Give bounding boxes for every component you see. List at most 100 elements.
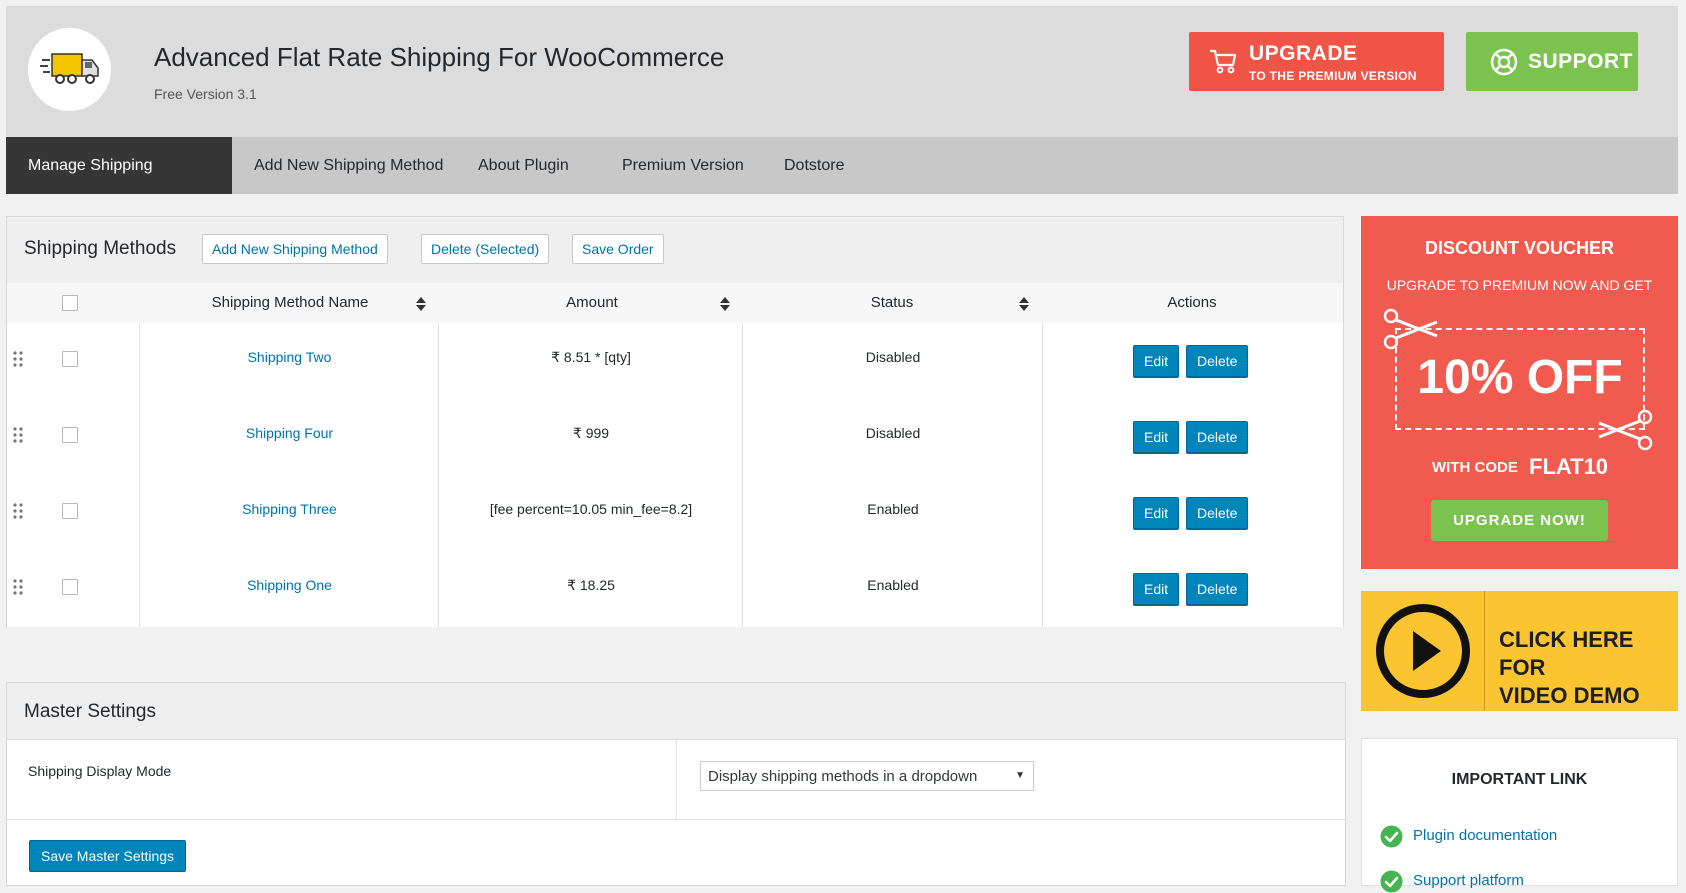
voucher-code-label: WITH CODE xyxy=(1432,459,1518,476)
method-name-link[interactable]: Shipping One xyxy=(247,577,332,593)
cell-status: Disabled xyxy=(742,323,1043,399)
delete-button[interactable]: Delete xyxy=(1186,497,1249,529)
check-circle-icon xyxy=(1380,825,1403,848)
method-status: Enabled xyxy=(867,577,919,593)
cell-name: Shipping Three xyxy=(139,475,439,551)
scissors-icon xyxy=(1383,308,1438,350)
delete-selected-button[interactable]: Delete (Selected) xyxy=(421,234,550,264)
delete-button[interactable]: Delete xyxy=(1186,345,1249,377)
lifebuoy-icon xyxy=(1490,48,1518,76)
row-checkbox[interactable] xyxy=(62,351,78,367)
cell-status: Disabled xyxy=(742,399,1043,475)
cell-name: Shipping One xyxy=(139,551,439,627)
cell-amount: ₹ 999 xyxy=(438,399,743,475)
cell-actions: Edit Delete xyxy=(1042,399,1345,475)
column-header-name[interactable]: Shipping Method Name xyxy=(140,283,440,323)
column-name-label: Shipping Method Name xyxy=(211,294,369,311)
shipping-methods-panel: Shipping Methods Add New Shipping Method… xyxy=(6,216,1344,627)
select-all-checkbox[interactable] xyxy=(62,295,78,311)
drag-handle-icon[interactable] xyxy=(13,427,23,443)
cell-name: Shipping Four xyxy=(139,399,439,475)
plugin-nav: Manage Shipping Methods Add New Shipping… xyxy=(6,137,1678,231)
check-circle-icon xyxy=(1380,870,1403,893)
tab-about-plugin[interactable]: About Plugin xyxy=(456,137,591,194)
important-links: IMPORTANT LINK Plugin documentation Supp… xyxy=(1361,738,1678,893)
delete-button[interactable]: Delete xyxy=(1186,573,1249,605)
cell-actions: Edit Delete xyxy=(1042,475,1345,551)
drag-handle-icon[interactable] xyxy=(13,351,23,367)
method-status: Disabled xyxy=(865,349,921,365)
column-header-status[interactable]: Status xyxy=(742,283,1042,323)
upgrade-label: UPGRADE xyxy=(1249,42,1358,65)
column-actions-label: Actions xyxy=(1167,294,1217,311)
edit-button[interactable]: Edit xyxy=(1133,345,1180,377)
support-button[interactable]: SUPPORT xyxy=(1466,32,1638,91)
table-row: Shipping Two ₹ 8.51 * [qty] Disabled Edi… xyxy=(7,323,1343,400)
method-amount: ₹ 8.51 * [qty] xyxy=(551,349,631,365)
column-amount-label: Amount xyxy=(566,294,618,311)
table-row: Shipping Four ₹ 999 Disabled Edit Delete xyxy=(7,399,1343,476)
sort-icon[interactable] xyxy=(720,297,730,311)
delivery-truck-icon xyxy=(40,53,99,84)
upgrade-button[interactable]: UPGRADE TO THE PREMIUM VERSION xyxy=(1189,32,1444,91)
table-body: Shipping Two ₹ 8.51 * [qty] Disabled Edi… xyxy=(7,323,1343,628)
drag-handle-icon[interactable] xyxy=(13,503,23,519)
row-checkbox[interactable] xyxy=(62,503,78,519)
tab-premium-version[interactable]: Premium Version xyxy=(600,137,766,194)
row-checkbox[interactable] xyxy=(62,579,78,595)
display-mode-select[interactable]: Display shipping methods in a dropdown ▼ xyxy=(700,761,1034,791)
column-header-actions: Actions xyxy=(1042,283,1342,323)
play-icon xyxy=(1376,604,1470,698)
cell-actions: Edit Delete xyxy=(1042,323,1345,399)
cell-amount: ₹ 8.51 * [qty] xyxy=(438,323,743,399)
add-new-method-button[interactable]: Add New Shipping Method xyxy=(202,234,388,264)
upgrade-now-button[interactable]: UPGRADE NOW! xyxy=(1431,500,1608,541)
drag-handle-icon[interactable] xyxy=(13,579,23,595)
column-header-amount[interactable]: Amount xyxy=(442,283,742,323)
voucher-title: DISCOUNT VOUCHER xyxy=(1424,238,1614,258)
cell-actions: Edit Delete xyxy=(1042,551,1345,627)
tab-manage-shipping-methods[interactable]: Manage Shipping Methods xyxy=(6,137,232,231)
support-label: SUPPORT xyxy=(1528,50,1634,73)
video-demo-banner[interactable]: CLICK HERE FOR VIDEO DEMO xyxy=(1361,591,1678,711)
method-name-link[interactable]: Shipping Four xyxy=(246,425,333,441)
tab-dotstore[interactable]: Dotstore xyxy=(762,137,866,194)
panel-header: Shipping Methods Add New Shipping Method… xyxy=(7,217,1343,284)
tab-add-new-shipping-method[interactable]: Add New Shipping Method xyxy=(232,137,465,194)
scissors-icon xyxy=(1598,409,1653,451)
delete-button[interactable]: Delete xyxy=(1186,421,1249,453)
method-amount: ₹ 18.25 xyxy=(567,577,615,593)
master-settings-panel: Master Settings Shipping Display Mode Di… xyxy=(6,682,1346,886)
plugin-header: Advanced Flat Rate Shipping For WooComme… xyxy=(6,6,1678,137)
discount-voucher: DISCOUNT VOUCHER UPGRADE TO PREMIUM NOW … xyxy=(1361,216,1678,569)
edit-button[interactable]: Edit xyxy=(1133,573,1180,605)
cart-icon xyxy=(1210,49,1237,74)
method-amount: [fee percent=10.05 min_fee=8.2] xyxy=(489,501,693,517)
table-row: Shipping Three [fee percent=10.05 min_fe… xyxy=(7,475,1343,552)
link-label: Plugin documentation xyxy=(1413,827,1558,844)
cell-name: Shipping Two xyxy=(139,323,439,399)
edit-button[interactable]: Edit xyxy=(1133,421,1180,453)
plugin-logo xyxy=(28,28,111,111)
dropdown-arrow-icon: ▼ xyxy=(1015,770,1025,781)
row-checkbox[interactable] xyxy=(62,427,78,443)
video-line-1: CLICK HERE FOR xyxy=(1499,627,1634,680)
plugin-title: Advanced Flat Rate Shipping For WooComme… xyxy=(154,42,725,72)
method-name-link[interactable]: Shipping Three xyxy=(242,501,337,517)
sort-icon[interactable] xyxy=(1019,297,1029,311)
table-header: Shipping Method Name Amount Status Actio… xyxy=(7,283,1343,324)
voucher-discount: 10% OFF xyxy=(1417,351,1623,404)
save-master-settings-button[interactable]: Save Master Settings xyxy=(29,840,187,872)
method-name-link[interactable]: Shipping Two xyxy=(248,349,332,365)
link-label: Support platform xyxy=(1413,872,1524,889)
video-line-2: VIDEO DEMO xyxy=(1499,683,1640,708)
cell-amount: [fee percent=10.05 min_fee=8.2] xyxy=(438,475,743,551)
sort-icon[interactable] xyxy=(416,297,426,311)
cell-status: Enabled xyxy=(742,551,1043,627)
save-order-button[interactable]: Save Order xyxy=(572,234,664,264)
voucher-code: FLAT10 xyxy=(1529,454,1609,479)
divider xyxy=(676,739,677,819)
method-status: Enabled xyxy=(867,501,919,517)
edit-button[interactable]: Edit xyxy=(1133,497,1180,529)
divider xyxy=(1484,591,1485,711)
